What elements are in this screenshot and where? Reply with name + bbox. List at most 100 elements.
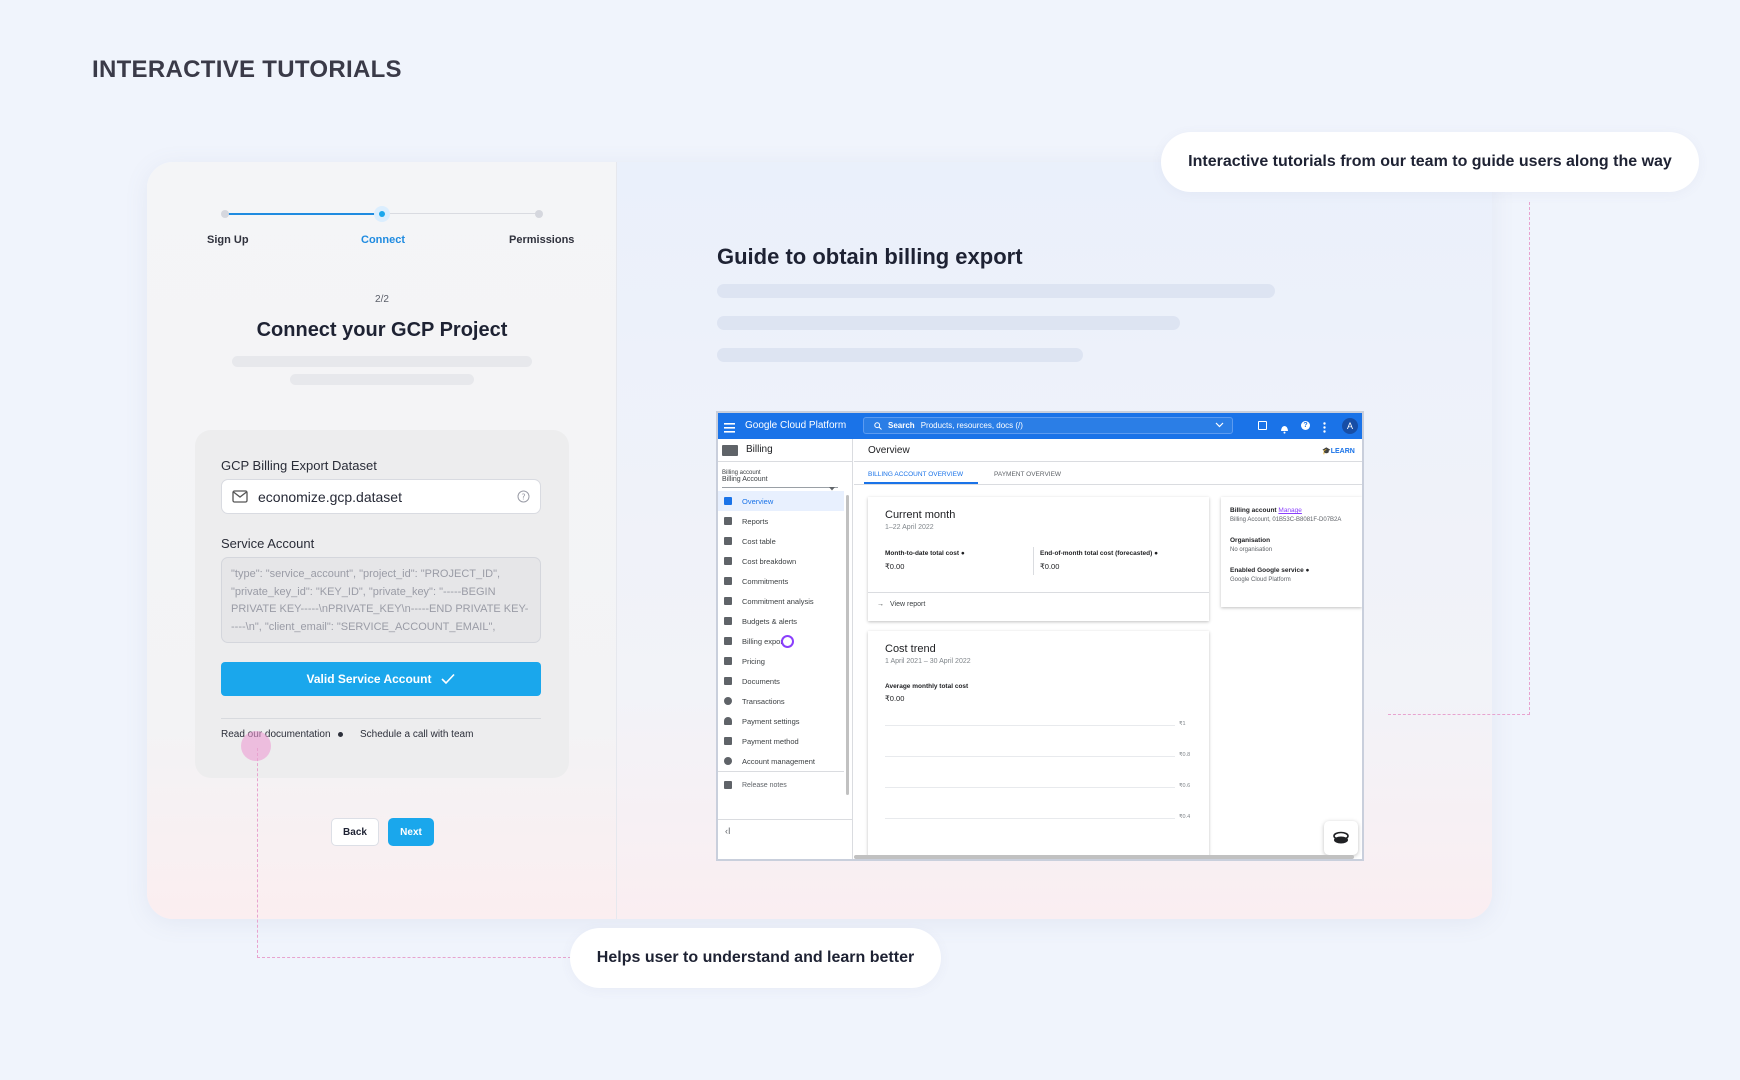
nav-item-commitment-analysis[interactable]: Commitment analysis (718, 591, 844, 611)
stack-icon (1333, 831, 1349, 844)
list-icon (724, 577, 732, 585)
connector-line (1388, 714, 1530, 715)
info-icon[interactable]: ● (1306, 567, 1310, 574)
eom-label: End-of-month total cost (forecasted) ● (1040, 550, 1158, 557)
notifications-icon[interactable] (1280, 421, 1289, 439)
manage-link[interactable]: Manage (1278, 507, 1302, 514)
divider (1033, 547, 1034, 575)
step-dot-permissions[interactable] (535, 210, 543, 218)
nav-item-account-management[interactable]: Account management (718, 751, 844, 771)
person-icon (724, 717, 732, 725)
help-circle-icon[interactable]: ? (1301, 421, 1310, 430)
view-report-label: View report (890, 601, 926, 608)
nav-item-cost-table[interactable]: Cost table (718, 531, 844, 551)
mail-icon (232, 490, 248, 503)
valid-button-label: Valid Service Account (306, 672, 432, 686)
more-vert-icon[interactable] (1323, 420, 1326, 438)
dataset-input[interactable]: economize.gcp.dataset ? (221, 479, 541, 514)
info-billing-account-value: Billing Account, 01B53C-B8081F-D07B2A (1230, 517, 1342, 523)
guide-text-placeholder (717, 348, 1083, 362)
next-button[interactable]: Next (388, 818, 434, 846)
documentation-link[interactable]: Read our documentation (221, 729, 331, 740)
chevron-down-icon[interactable] (1215, 421, 1224, 430)
nav-item-reports[interactable]: Reports (718, 511, 844, 531)
help-icon[interactable]: ? (517, 490, 530, 503)
cost-trend-title: Cost trend (885, 643, 936, 655)
billing-info-card: Billing account Manage Billing Account, … (1221, 497, 1362, 607)
connect-panel: Sign Up Connect Permissions 2/2 Connect … (147, 162, 617, 919)
step-label-connect[interactable]: Connect (361, 234, 405, 246)
description-placeholder (232, 356, 532, 367)
axis-tick: ₹0.8 (1179, 752, 1191, 758)
info-icon[interactable]: ● (961, 550, 965, 557)
schedule-call-link[interactable]: Schedule a call with team (360, 729, 473, 740)
current-month-card: Current month 1–22 April 2022 Month-to-d… (868, 497, 1209, 621)
nav-label: Release notes (742, 781, 787, 789)
credit-card-icon (724, 737, 732, 745)
back-button[interactable]: Back (331, 818, 379, 846)
click-indicator (780, 634, 794, 648)
view-report-link[interactable]: → View report (877, 601, 925, 608)
nav-item-overview[interactable]: Overview (718, 491, 844, 511)
nav-item-cost-breakdown[interactable]: Cost breakdown (718, 551, 844, 571)
gcp-search-input[interactable]: Search Products, resources, docs (/) (863, 417, 1233, 434)
nav-item-budgets-alerts[interactable]: Budgets & alerts (718, 611, 844, 631)
nav-label: Billing export (742, 636, 785, 646)
service-account-textarea[interactable]: "type": "service_account", "project_id":… (221, 557, 541, 643)
guide-text-placeholder (717, 284, 1275, 298)
axis-tick: ₹0.6 (1179, 783, 1191, 789)
document-icon (724, 677, 732, 685)
step-label-signup[interactable]: Sign Up (207, 234, 249, 246)
nav-label: Cost breakdown (742, 556, 797, 566)
guide-title: Guide to obtain billing export (717, 244, 1023, 269)
nav-item-payment-method[interactable]: Payment method (718, 731, 844, 751)
learn-button[interactable]: 🎓LEARN (1322, 447, 1355, 455)
divider (854, 461, 1362, 462)
info-icon[interactable]: ● (1154, 550, 1158, 557)
history-icon (724, 697, 732, 705)
nav-item-release-notes[interactable]: Release notes (718, 775, 844, 795)
nav-item-transactions[interactable]: Transactions (718, 691, 844, 711)
info-service-label-text: Enabled Google service (1230, 567, 1304, 574)
step-dot-connect[interactable] (374, 206, 390, 222)
collapse-sidebar-icon[interactable]: ‹I (725, 826, 731, 836)
learn-label: LEARN (1330, 448, 1355, 455)
cloud-shell-icon[interactable] (1258, 421, 1267, 430)
cost-trend-range: 1 April 2021 – 30 April 2022 (885, 658, 971, 665)
gcp-brand: Google Cloud Platform (745, 420, 847, 431)
mtd-label-text: Month-to-date total cost (885, 550, 960, 557)
tab-payment-overview[interactable]: PAYMENT OVERVIEW (994, 471, 1061, 478)
callout-interactive-tutorials: Interactive tutorials from our team to g… (1161, 132, 1699, 192)
step-dot-signup[interactable] (221, 210, 229, 218)
nav-item-payment-settings[interactable]: Payment settings (718, 711, 844, 731)
connector-line (257, 748, 258, 958)
avg-cost-label: Average monthly total cost (885, 683, 969, 690)
horizontal-scrollbar[interactable] (854, 855, 1354, 859)
arrow-right-icon: → (877, 601, 884, 608)
valid-service-account-button[interactable]: Valid Service Account (221, 662, 541, 696)
dataset-value: economize.gcp.dataset (258, 488, 402, 505)
nav-label: Transactions (742, 696, 785, 706)
tab-billing-account-overview[interactable]: BILLING ACCOUNT OVERVIEW (868, 471, 963, 478)
export-icon (724, 637, 732, 645)
sidebar-scrollbar[interactable] (846, 495, 849, 795)
support-chat-button[interactable] (1324, 821, 1358, 855)
analysis-icon (724, 597, 732, 605)
nav-label: Commitments (742, 576, 789, 586)
divider (718, 461, 853, 462)
avatar[interactable]: A (1342, 418, 1358, 434)
nav-item-billing-export[interactable]: Billing export (718, 631, 844, 651)
nav-label: Cost table (742, 536, 776, 546)
nav-item-commitments[interactable]: Commitments (718, 571, 844, 591)
nav-label: Reports (742, 516, 769, 526)
step-label-permissions[interactable]: Permissions (509, 234, 574, 246)
billing-account-select-value: Billing Account (722, 476, 768, 483)
service-account-label: Service Account (221, 536, 315, 551)
nav-item-documents[interactable]: Documents (718, 671, 844, 691)
connector-line (257, 957, 571, 958)
connect-form: GCP Billing Export Dataset economize.gcp… (195, 430, 569, 778)
nav-item-pricing[interactable]: Pricing (718, 651, 844, 671)
billing-account-select[interactable]: Billing account Billing Account (722, 470, 838, 491)
search-placeholder: Products, resources, docs (/) (920, 421, 1023, 430)
menu-icon[interactable] (724, 420, 735, 438)
